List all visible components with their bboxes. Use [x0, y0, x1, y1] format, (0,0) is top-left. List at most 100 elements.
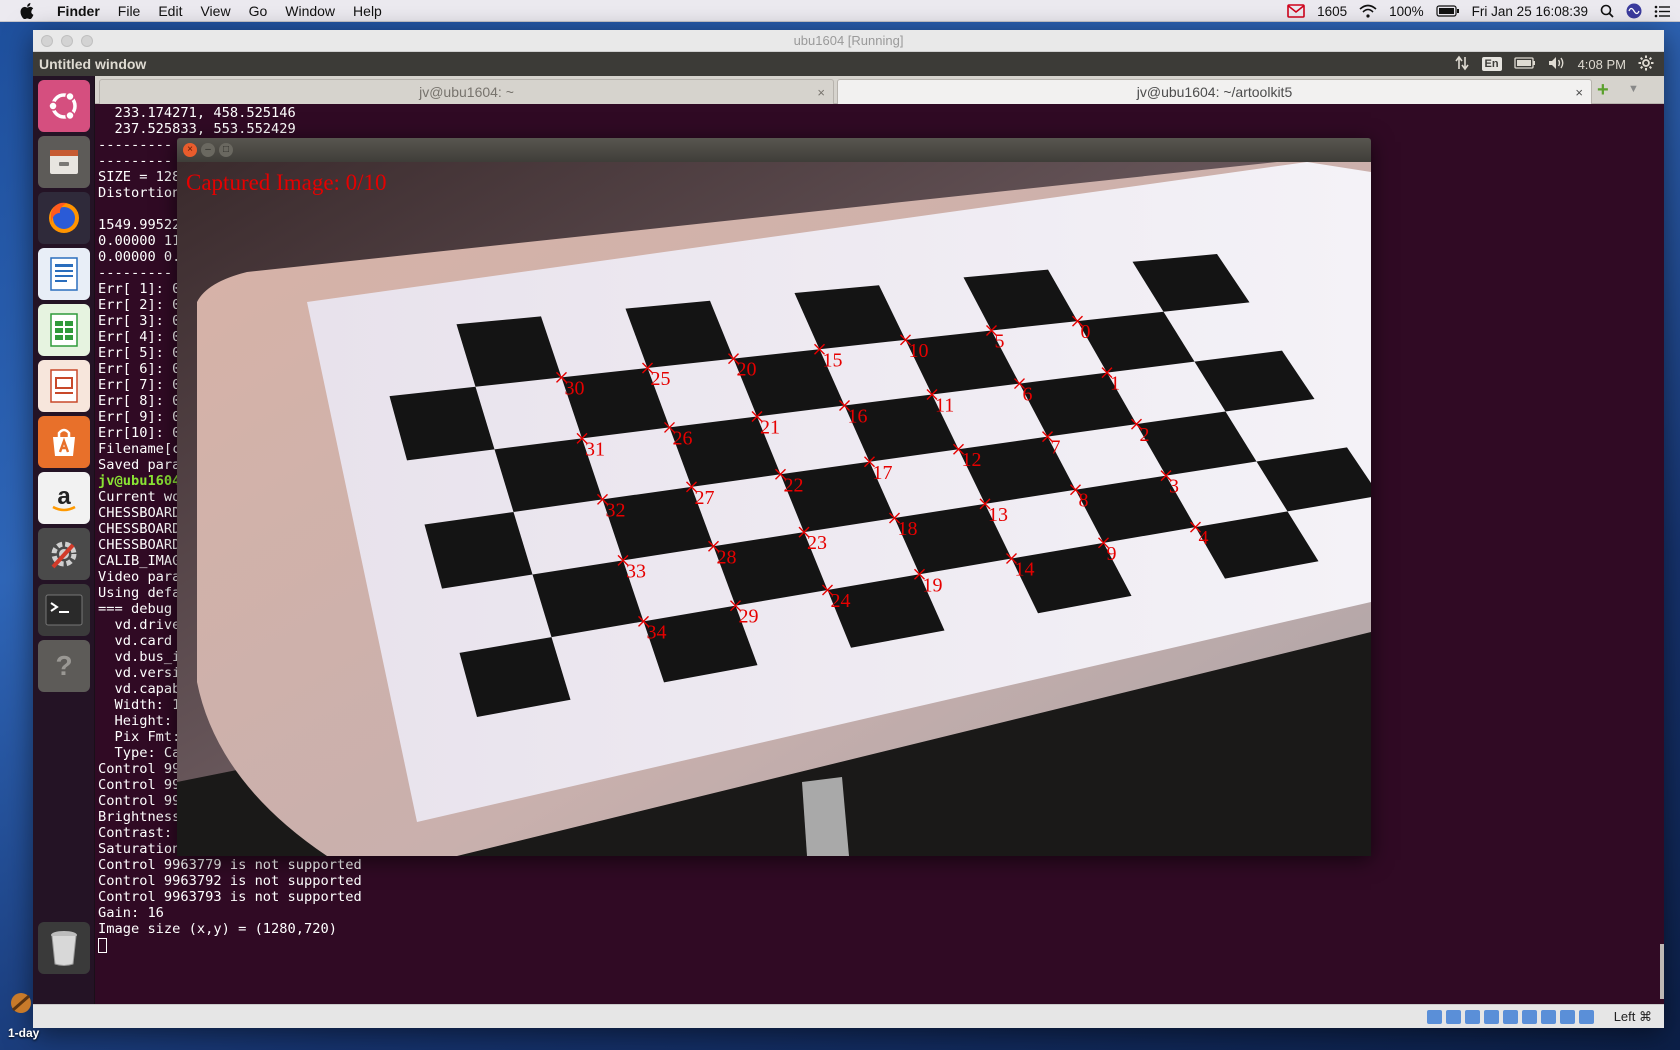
corner-label: 21 [760, 416, 780, 438]
network-icon[interactable] [1484, 1010, 1499, 1024]
mouse-integration-icon[interactable] [1579, 1010, 1594, 1024]
desktop-item-label[interactable]: 1-day [8, 1026, 39, 1040]
video-capture-icon[interactable] [1560, 1010, 1575, 1024]
corner-label: 33 [626, 560, 646, 582]
battery-indicator-icon[interactable] [1513, 56, 1536, 72]
minimize-icon[interactable]: – [201, 143, 215, 157]
system-gear-icon[interactable] [1638, 55, 1654, 74]
corner-label: 0 [1081, 321, 1091, 343]
wifi-icon[interactable] [1359, 4, 1377, 18]
menu-file[interactable]: File [109, 0, 150, 22]
terminal-scrollbar[interactable] [1660, 944, 1664, 999]
battery-percent: 100% [1389, 3, 1424, 19]
terminal-line: Control 9963779 is not supported [98, 857, 362, 873]
menu-view[interactable]: View [191, 0, 239, 22]
terminal-tab-home[interactable]: jv@ubu1604: ~ × [99, 79, 834, 104]
prompt: jv@ubu1604 [98, 473, 181, 489]
vbox-titlebar[interactable]: ubu1604 [Running] [33, 30, 1664, 52]
shared-folder-icon[interactable] [1522, 1010, 1537, 1024]
mail-icon[interactable] [1287, 4, 1305, 18]
help-icon[interactable]: ? [38, 640, 90, 692]
menu-help[interactable]: Help [344, 0, 391, 22]
corner-label: 28 [717, 546, 737, 568]
corner-label: 10 [909, 340, 929, 362]
vbox-title: ubu1604 [Running] [793, 33, 904, 48]
volume-icon[interactable] [1548, 56, 1566, 73]
corner-label: 2 [1140, 424, 1150, 446]
corner-label: 11 [935, 395, 954, 417]
keyboard-layout-indicator[interactable]: En [1481, 57, 1502, 71]
maximize-icon[interactable]: □ [219, 143, 233, 157]
battery-icon[interactable] [1436, 5, 1460, 17]
active-window-title: Untitled window [39, 56, 147, 72]
corner-label: 7 [1051, 437, 1061, 459]
tab-list-chevron-down-icon[interactable]: ▼ [1628, 83, 1639, 95]
libreoffice-writer-icon[interactable] [38, 248, 90, 300]
libreoffice-impress-icon[interactable] [38, 360, 90, 412]
corner-label: 8 [1079, 490, 1089, 512]
audio-icon[interactable] [1465, 1010, 1480, 1024]
terminal-line: Control 9963793 is not supported [98, 889, 362, 905]
vbox-status-bar: Left ⌘ [33, 1004, 1664, 1028]
corner-label: 4 [1199, 527, 1209, 549]
host-key-indicator[interactable]: Left ⌘ [1614, 1009, 1652, 1025]
corner-label: 32 [606, 499, 626, 521]
hard-disk-icon[interactable] [1427, 1010, 1442, 1024]
menu-window[interactable]: Window [276, 0, 344, 22]
corner-label: 12 [962, 449, 982, 471]
corner-label: 19 [923, 574, 943, 596]
files-icon[interactable] [38, 136, 90, 188]
svg-text:a: a [57, 483, 71, 510]
amazon-icon[interactable]: a [38, 472, 90, 524]
terminal-icon[interactable] [38, 584, 90, 636]
usb-icon[interactable] [1503, 1010, 1518, 1024]
vbox-close-button[interactable] [41, 35, 53, 47]
libreoffice-calc-icon[interactable] [38, 304, 90, 356]
ubuntu-clock[interactable]: 4:08 PM [1578, 57, 1626, 72]
apple-menu-icon[interactable] [18, 0, 36, 22]
close-icon[interactable]: × [183, 143, 197, 157]
terminal-line: Gain: 16 [98, 905, 164, 921]
terminal-line: 233.174271, 458.525146 [98, 105, 296, 121]
unity-launcher: a ? [33, 76, 95, 1004]
siri-icon[interactable] [1626, 3, 1642, 19]
menu-finder[interactable]: Finder [48, 0, 109, 22]
menu-go[interactable]: Go [240, 0, 277, 22]
vbox-zoom-button[interactable] [81, 35, 93, 47]
display-icon[interactable] [1541, 1010, 1556, 1024]
terminal-line: Control 9963792 is not supported [98, 873, 362, 889]
trash-icon[interactable] [38, 922, 90, 974]
software-center-icon[interactable] [38, 416, 90, 468]
tab-close-icon[interactable]: × [817, 85, 825, 100]
vbox-minimize-button[interactable] [61, 35, 73, 47]
terminal-line: 237.525833, 553.552429 [98, 121, 296, 137]
terminal-tab-artoolkit5[interactable]: jv@ubu1604: ~/artoolkit5 × [837, 79, 1592, 104]
corner-label: 16 [848, 406, 868, 428]
menu-edit[interactable]: Edit [149, 0, 191, 22]
corner-label: 30 [565, 377, 585, 399]
corner-label: 15 [823, 349, 843, 371]
corner-label: 34 [647, 621, 667, 643]
corner-label: 6 [1023, 384, 1033, 406]
system-settings-icon[interactable] [38, 528, 90, 580]
firefox-icon[interactable] [38, 192, 90, 244]
desktop-app-icon[interactable] [8, 990, 34, 1016]
corner-label: 23 [807, 532, 827, 554]
corner-label: 3 [1169, 476, 1179, 498]
corner-label: 31 [585, 438, 605, 460]
camera-view[interactable]: 0 1 2 3 4 5 6 7 8 9 10 11 12 13 14 15 16 17 18 19 20 21 22 23 24… [177, 162, 1371, 856]
capture-window-titlebar[interactable]: × – □ [177, 138, 1371, 162]
tab-close-icon[interactable]: × [1575, 85, 1583, 100]
corner-label: 1 [1110, 373, 1120, 395]
corner-label: 25 [651, 368, 671, 390]
ubuntu-dash-icon[interactable] [38, 80, 90, 132]
optical-drive-icon[interactable] [1446, 1010, 1461, 1024]
new-tab-plus-icon[interactable]: + [1597, 80, 1609, 100]
mac-clock[interactable]: Fri Jan 25 16:08:39 [1472, 4, 1588, 19]
notification-center-icon[interactable] [1654, 5, 1670, 18]
network-updown-icon[interactable] [1454, 55, 1470, 74]
captured-image-window: × – □ 0 1 2 3 4 5 6 7 8 9 10 11 12 13 14… [177, 138, 1371, 856]
spotlight-search-icon[interactable] [1600, 4, 1614, 18]
laptop-hinge [802, 777, 849, 856]
terminal-line: Image size (x,y) = (1280,720) [98, 921, 337, 937]
